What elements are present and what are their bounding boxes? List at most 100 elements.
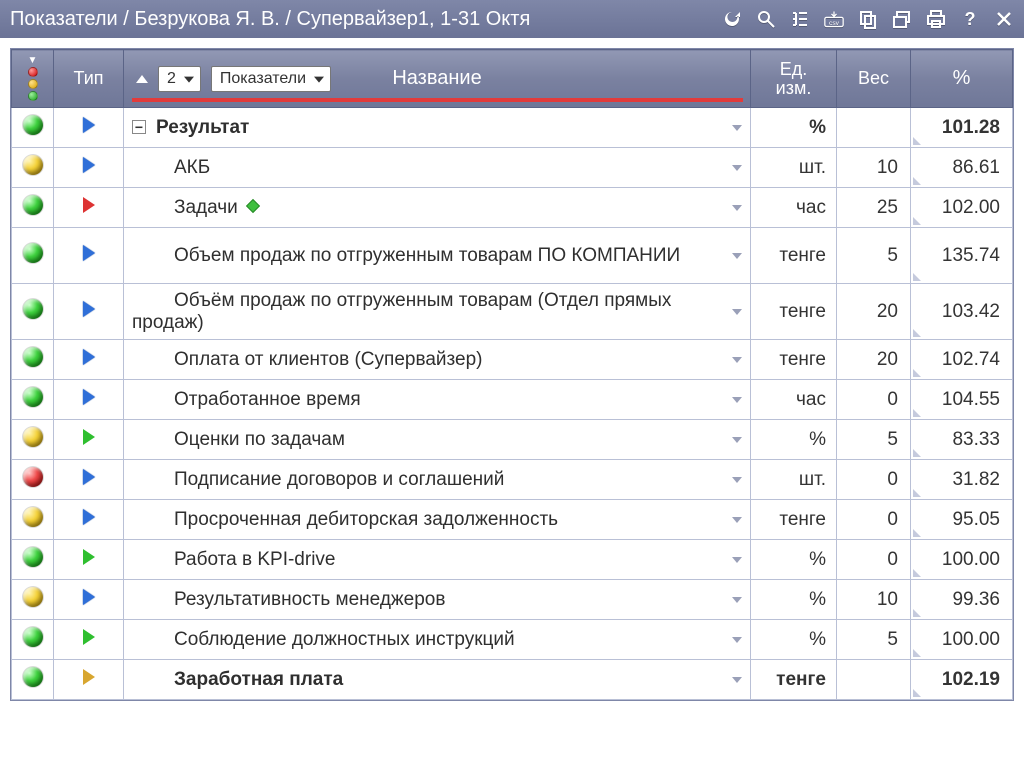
cell-corner-icon [913, 609, 921, 617]
table-row[interactable]: Работа в KPI-drive%0100.00 [12, 540, 1013, 580]
type-cell[interactable] [54, 540, 124, 580]
type-cell[interactable] [54, 420, 124, 460]
row-menu-icon[interactable] [732, 125, 742, 131]
table-row[interactable]: Объём продаж по отгруженным товарам (Отд… [12, 284, 1013, 340]
row-menu-icon[interactable] [732, 637, 742, 643]
unit-cell: тенге [751, 500, 837, 540]
row-menu-icon[interactable] [732, 205, 742, 211]
status-orb-icon [23, 195, 43, 215]
row-menu-icon[interactable] [732, 253, 742, 259]
status-cell [12, 340, 54, 380]
type-cell[interactable] [54, 284, 124, 340]
name-cell[interactable]: Объем продаж по отгруженным товарам ПО К… [124, 228, 751, 284]
table-row[interactable]: Оплата от клиентов (Супервайзер)тенге201… [12, 340, 1013, 380]
row-name: Объем продаж по отгруженным товарам ПО К… [174, 245, 680, 266]
copy-icon[interactable] [858, 9, 878, 29]
type-cell[interactable] [54, 380, 124, 420]
table-row[interactable]: Объем продаж по отгруженным товарам ПО К… [12, 228, 1013, 284]
percent-cell: 103.42 [911, 284, 1013, 340]
status-cell [12, 188, 54, 228]
name-cell[interactable]: −Результат [124, 108, 751, 148]
name-cell[interactable]: Работа в KPI-drive [124, 540, 751, 580]
refresh-icon[interactable] [722, 9, 742, 29]
type-cell[interactable] [54, 460, 124, 500]
name-cell[interactable]: Объём продаж по отгруженным товарам (Отд… [124, 284, 751, 340]
status-cell [12, 108, 54, 148]
table-row[interactable]: Оценки по задачам%583.33 [12, 420, 1013, 460]
row-menu-icon[interactable] [732, 397, 742, 403]
table-row[interactable]: Соблюдение должностных инструкций%5100.0… [12, 620, 1013, 660]
row-menu-icon[interactable] [732, 677, 742, 683]
type-cell[interactable] [54, 108, 124, 148]
name-cell[interactable]: Результативность менеджеров [124, 580, 751, 620]
name-cell[interactable]: Оценки по задачам [124, 420, 751, 460]
table-row[interactable]: Отработанное времячас0104.55 [12, 380, 1013, 420]
name-cell[interactable]: Заработная плата [124, 660, 751, 700]
csv-export-icon[interactable]: csv [824, 9, 844, 29]
table-row[interactable]: АКБшт.1086.61 [12, 148, 1013, 188]
type-cell[interactable] [54, 340, 124, 380]
row-menu-icon[interactable] [732, 437, 742, 443]
row-menu-icon[interactable] [732, 357, 742, 363]
search-icon[interactable] [756, 9, 776, 29]
restore-window-icon[interactable] [892, 9, 912, 29]
print-icon[interactable] [926, 9, 946, 29]
svg-text:?: ? [965, 9, 976, 29]
row-menu-icon[interactable] [732, 477, 742, 483]
weight-cell: 10 [837, 580, 911, 620]
table-row[interactable]: Результативность менеджеров%1099.36 [12, 580, 1013, 620]
type-cell[interactable] [54, 620, 124, 660]
status-dot-red-icon [28, 67, 38, 77]
weight-cell: 5 [837, 228, 911, 284]
name-cell[interactable]: Оплата от клиентов (Супервайзер) [124, 340, 751, 380]
header-unit-l1: Ед. [759, 60, 828, 79]
name-cell[interactable]: Отработанное время [124, 380, 751, 420]
type-cell[interactable] [54, 148, 124, 188]
sort-asc-icon[interactable] [136, 75, 148, 83]
expand-arrow-icon [83, 469, 95, 485]
header-percent[interactable]: % [911, 50, 1013, 108]
table-row[interactable]: −Результат%101.28 [12, 108, 1013, 148]
help-icon[interactable]: ? [960, 9, 980, 29]
expand-arrow-icon [83, 157, 95, 173]
status-cell [12, 580, 54, 620]
percent-cell: 100.00 [911, 540, 1013, 580]
table-row[interactable]: Задачичас25102.00 [12, 188, 1013, 228]
expand-arrow-icon [83, 349, 95, 365]
status-cell [12, 660, 54, 700]
percent-cell: 83.33 [911, 420, 1013, 460]
name-cell[interactable]: Подписание договоров и соглашений [124, 460, 751, 500]
type-cell[interactable] [54, 188, 124, 228]
name-cell[interactable]: Просроченная дебиторская задолженность [124, 500, 751, 540]
row-menu-icon[interactable] [732, 517, 742, 523]
header-status[interactable]: ▼ [12, 50, 54, 108]
active-header-underline [132, 98, 743, 102]
row-menu-icon[interactable] [732, 309, 742, 315]
type-cell[interactable] [54, 580, 124, 620]
table-row[interactable]: Заработная плататенге102.19 [12, 660, 1013, 700]
table-row[interactable]: Подписание договоров и соглашенийшт.031.… [12, 460, 1013, 500]
header-weight[interactable]: Вес [837, 50, 911, 108]
cell-corner-icon [913, 649, 921, 657]
level-select[interactable]: 2 [158, 66, 201, 92]
header-type[interactable]: Тип [54, 50, 124, 108]
type-cell[interactable] [54, 228, 124, 284]
tree-icon[interactable] [790, 9, 810, 29]
status-orb-icon [23, 115, 43, 135]
type-cell[interactable] [54, 660, 124, 700]
cell-corner-icon [913, 689, 921, 697]
header-unit[interactable]: Ед. изм. [751, 50, 837, 108]
name-cell[interactable]: Задачи [124, 188, 751, 228]
name-cell[interactable]: Соблюдение должностных инструкций [124, 620, 751, 660]
unit-cell: % [751, 420, 837, 460]
name-cell[interactable]: АКБ [124, 148, 751, 188]
type-cell[interactable] [54, 500, 124, 540]
close-icon[interactable] [994, 9, 1014, 29]
row-menu-icon[interactable] [732, 557, 742, 563]
view-select[interactable]: Показатели [211, 66, 331, 92]
row-menu-icon[interactable] [732, 165, 742, 171]
table-row[interactable]: Просроченная дебиторская задолженностьте… [12, 500, 1013, 540]
collapse-toggle[interactable]: − [132, 120, 146, 134]
row-menu-icon[interactable] [732, 597, 742, 603]
row-name: Работа в KPI-drive [174, 549, 335, 570]
